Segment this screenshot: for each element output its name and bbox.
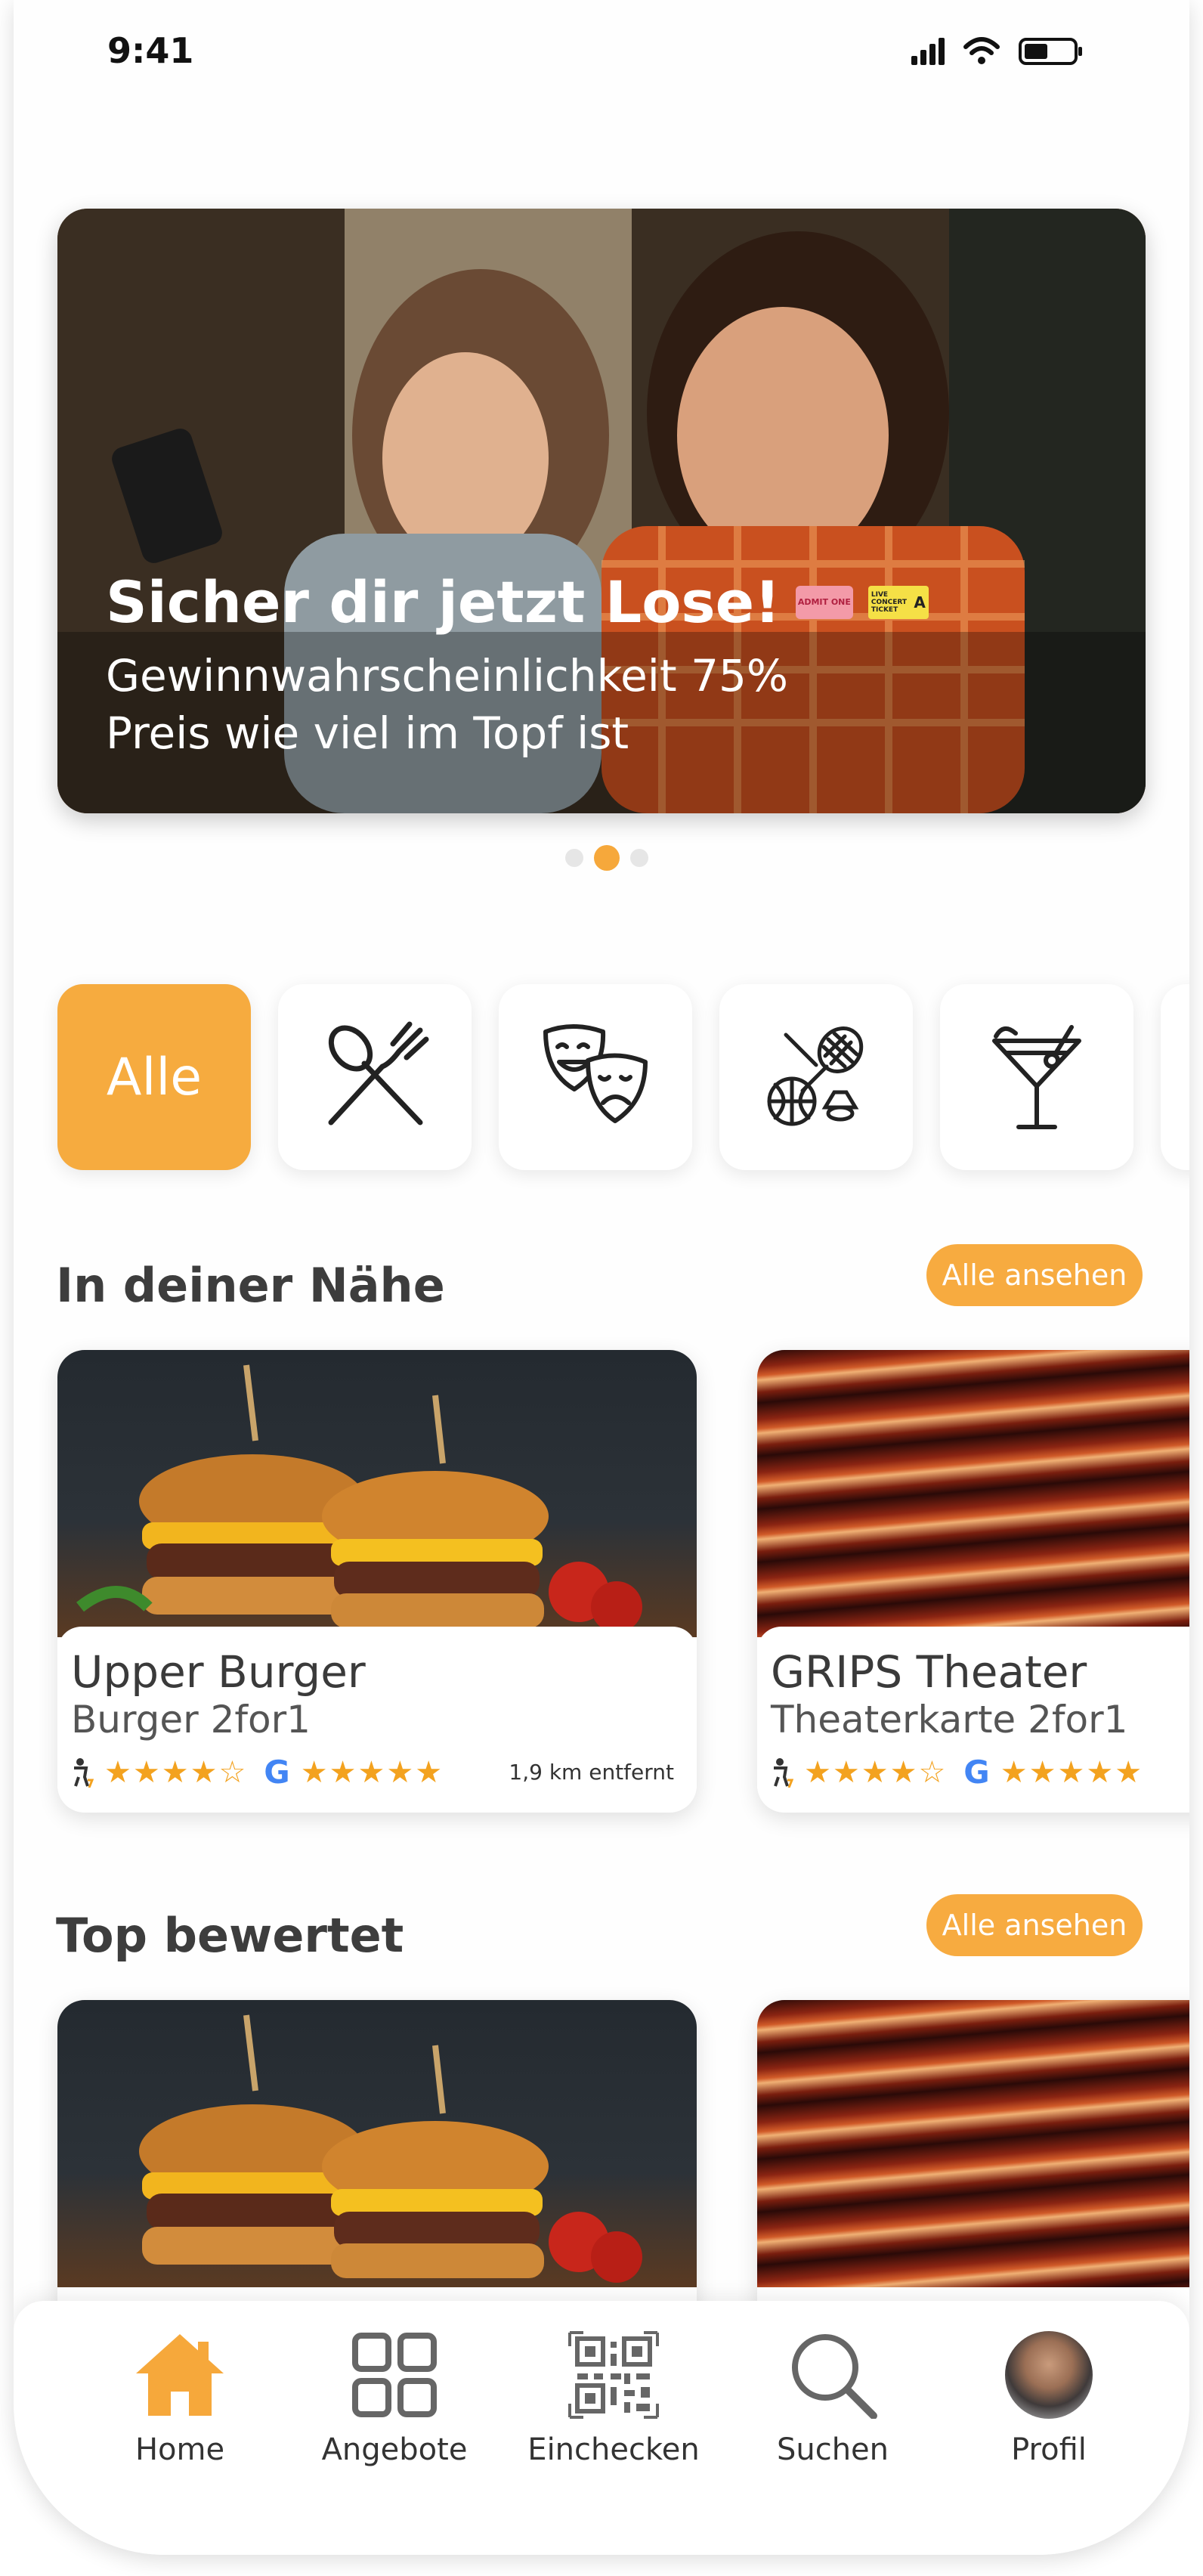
ticket-admit-text: ADMIT ONE (797, 596, 851, 607)
hero-title: Sicher dir jetzt Lose! (106, 568, 781, 636)
card-top-burger[interactable] (57, 2000, 697, 2348)
google-icon: G (264, 1754, 290, 1791)
user-rating-icon (74, 1757, 94, 1788)
avatar (1005, 2331, 1093, 2419)
concert-ticket-icon: LIVE CONCERT TICKET A (867, 585, 929, 619)
category-all[interactable]: Alle (57, 984, 251, 1170)
card-image (57, 1350, 697, 1637)
category-food[interactable] (278, 984, 472, 1170)
carousel-dot[interactable] (630, 849, 648, 867)
top-see-all-button[interactable]: Alle ansehen (926, 1894, 1143, 1956)
carousel-dots[interactable] (565, 845, 648, 871)
hero-line-2: Preis wie viel im Topf ist (106, 707, 629, 759)
bottom-nav: Home Angebote Einchecken Suchen Profil (14, 2301, 1189, 2555)
qr-code-icon (568, 2331, 659, 2419)
card-top-theater[interactable] (757, 2000, 1189, 2348)
card-title: GRIPS Theater (771, 1646, 1087, 1698)
card-grips-theater[interactable]: GRIPS Theater Theaterkarte 2for1 ★★★★☆ G… (757, 1350, 1189, 1813)
burger-photo (76, 1364, 642, 1633)
nav-checkin-label: Einchecken (527, 2432, 700, 2467)
status-time: 9:41 (107, 30, 194, 71)
nav-profile[interactable]: Profil (951, 2331, 1147, 2467)
card-image (57, 2000, 697, 2287)
card-upper-burger[interactable]: Upper Burger Burger 2for1 ★★★★☆ G ★★★★★ … (57, 1350, 697, 1813)
distance-label: 1,9 km entfernt (509, 1760, 674, 1785)
nav-home-label: Home (135, 2432, 225, 2467)
home-icon (136, 2334, 224, 2416)
google-stars: ★★★★★ (300, 1754, 444, 1790)
card-subtitle: Burger 2for1 (71, 1698, 311, 1742)
carousel-dot-active[interactable] (594, 845, 620, 871)
card-info: GRIPS Theater Theaterkarte 2for1 ★★★★☆ G… (757, 1627, 1189, 1813)
card-image (757, 2000, 1189, 2287)
category-row: Alle (57, 984, 1189, 1170)
status-icons (911, 36, 1084, 67)
signal-icon (911, 38, 945, 65)
card-subtitle: Theaterkarte 2for1 (771, 1698, 1128, 1742)
category-bar[interactable] (940, 984, 1133, 1170)
card-image (757, 1350, 1189, 1637)
category-more[interactable] (1161, 984, 1189, 1170)
google-stars: ★★★★★ (1000, 1754, 1144, 1790)
burger-photo (139, 2014, 642, 2283)
section-top-title: Top bewertet (56, 1908, 404, 1963)
user-stars: ★★★★☆ (104, 1754, 248, 1790)
cocktail-icon (992, 1025, 1081, 1129)
wifi-icon (963, 37, 1000, 64)
card-title: Upper Burger (71, 1646, 366, 1698)
theater-masks-icon (543, 1024, 648, 1123)
phone-screen: 9:41 Sicher dir jetzt Lose! ADMIT ONE LI… (14, 0, 1189, 2555)
grid-icon (352, 2333, 437, 2417)
nav-offers-label: Angebote (321, 2432, 468, 2467)
ticket-letter-text: A (914, 593, 926, 611)
nav-checkin[interactable]: Einchecken (515, 2331, 712, 2467)
nav-profile-label: Profil (1011, 2432, 1087, 2467)
sports-icon (767, 1026, 864, 1126)
user-stars: ★★★★☆ (804, 1754, 948, 1790)
fork-spoon-icon (328, 1021, 429, 1125)
google-icon: G (963, 1754, 990, 1791)
nav-search[interactable]: Suchen (734, 2331, 931, 2467)
hero-title-row: Sicher dir jetzt Lose! ADMIT ONE LIVE CO… (106, 568, 929, 636)
rating-row: ★★★★☆ G ★★★★★ (71, 1754, 444, 1791)
user-rating-icon (774, 1757, 793, 1788)
section-nearby-title: In deiner Nähe (56, 1258, 445, 1313)
nearby-see-all-button[interactable]: Alle ansehen (926, 1244, 1143, 1306)
nav-search-label: Suchen (776, 2432, 889, 2467)
search-icon (792, 2334, 877, 2419)
carousel-dot[interactable] (565, 849, 583, 867)
category-theater[interactable] (499, 984, 692, 1170)
category-all-label: Alle (106, 1047, 203, 1107)
hero-line-1: Gewinnwahrscheinlichkeit 75% (106, 650, 788, 701)
hero-banner[interactable]: Sicher dir jetzt Lose! ADMIT ONE LIVE CO… (57, 209, 1146, 813)
card-info: Upper Burger Burger 2for1 ★★★★☆ G ★★★★★ … (57, 1627, 697, 1813)
ticket-concert-text: LIVE CONCERT TICKET (871, 590, 908, 614)
battery-icon (1019, 38, 1082, 65)
rating-row: ★★★★☆ G ★★★★★ (771, 1754, 1143, 1791)
nav-home[interactable]: Home (82, 2331, 278, 2467)
category-sports[interactable] (719, 984, 913, 1170)
nav-offers[interactable]: Angebote (296, 2331, 493, 2467)
admit-ticket-icon: ADMIT ONE (795, 585, 853, 619)
